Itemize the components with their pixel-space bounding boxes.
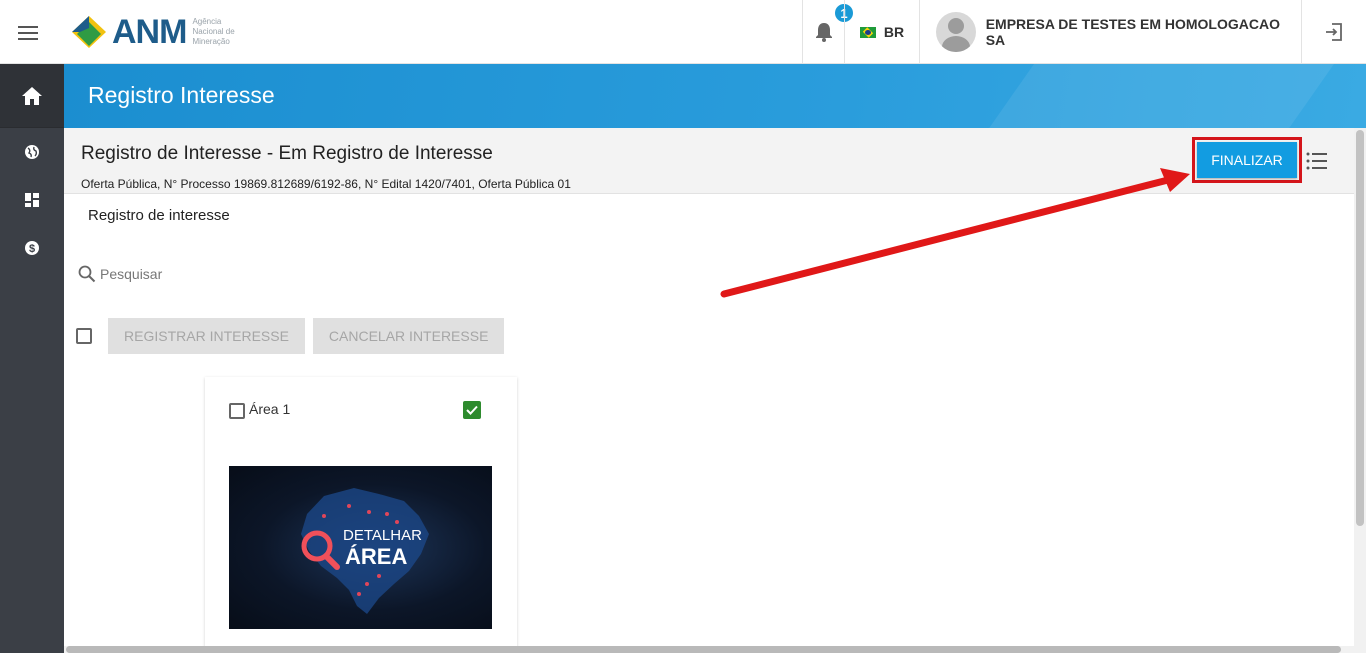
- user-menu[interactable]: EMPRESA DE TESTES EM HOMOLOGACAO SA: [919, 0, 1301, 64]
- registered-check-icon: [463, 401, 481, 419]
- sidebar-item-globe[interactable]: [0, 128, 64, 176]
- language-selector[interactable]: BR: [844, 0, 919, 64]
- cancel-interest-button[interactable]: CANCELAR INTERESSE: [312, 318, 505, 354]
- company-name: EMPRESA DE TESTES EM HOMOLOGACAO SA: [985, 16, 1280, 48]
- list-menu-icon[interactable]: [1306, 152, 1328, 170]
- bulk-actions: REGISTRAR INTERESSE CANCELAR INTERESSE: [76, 318, 505, 354]
- home-icon: [22, 86, 42, 105]
- dashboard-icon: [25, 193, 39, 207]
- search-icon: [78, 265, 96, 283]
- sidebar-item-home[interactable]: [0, 64, 64, 128]
- sidebar-item-financial[interactable]: $: [0, 224, 64, 272]
- bell-icon: [815, 23, 832, 42]
- detail-area-image[interactable]: DETALHAR ÁREA: [229, 466, 492, 629]
- brazil-map-icon: DETALHAR ÁREA: [301, 488, 429, 614]
- sidebar-item-dashboard[interactable]: [0, 176, 64, 224]
- process-meta: Oferta Pública, N° Processo 19869.812689…: [81, 177, 571, 191]
- svg-text:$: $: [29, 243, 35, 255]
- logo-subtitle: Agência Nacional de Mineração: [192, 17, 235, 46]
- logout-icon: [1326, 23, 1342, 41]
- area-checkbox[interactable]: [229, 403, 245, 419]
- finalize-button[interactable]: FINALIZAR: [1197, 142, 1297, 178]
- vertical-scrollbar[interactable]: [1356, 130, 1364, 526]
- process-subheader: Registro de Interesse - Em Registro de I…: [64, 128, 1354, 194]
- hamburger-menu-button[interactable]: [12, 20, 44, 46]
- brazil-flag-icon: [859, 26, 876, 38]
- logo-text: ANM: [112, 12, 187, 51]
- main-content: Registro de Interesse - Em Registro de I…: [64, 128, 1354, 652]
- register-interest-button[interactable]: REGISTRAR INTERESSE: [108, 318, 305, 354]
- avatar: [936, 12, 976, 52]
- anm-logo[interactable]: ANM Agência Nacional de Mineração: [70, 12, 242, 52]
- horizontal-scrollbar[interactable]: [66, 646, 1341, 653]
- section-label: Registro de interesse: [88, 207, 230, 224]
- page-header-band: Registro Interesse: [64, 64, 1366, 128]
- money-icon: $: [25, 241, 39, 255]
- top-right-area: 1 BR EMPRESA DE TESTES EM HOMOLOGACAO SA: [802, 0, 1366, 64]
- search-input[interactable]: [100, 266, 360, 282]
- select-all-checkbox[interactable]: [76, 328, 92, 344]
- image-text-line1: DETALHAR: [343, 527, 422, 544]
- search-box: [78, 263, 378, 285]
- notifications-button[interactable]: 1: [802, 0, 855, 64]
- globe-icon: [25, 145, 39, 159]
- top-bar: ANM Agência Nacional de Mineração 1 BR E…: [0, 0, 1366, 64]
- language-label: BR: [883, 24, 905, 40]
- area-title: Área 1: [249, 401, 291, 417]
- image-text-line2: ÁREA: [345, 544, 407, 569]
- area-card: Área 1 DETALHAR ÁREA: [205, 377, 517, 652]
- page-title: Registro Interesse: [88, 82, 275, 108]
- anm-logo-mark-icon: [72, 16, 106, 48]
- sidebar: $: [0, 64, 64, 653]
- process-title: Registro de Interesse - Em Registro de I…: [81, 143, 493, 164]
- logout-button[interactable]: [1301, 0, 1366, 64]
